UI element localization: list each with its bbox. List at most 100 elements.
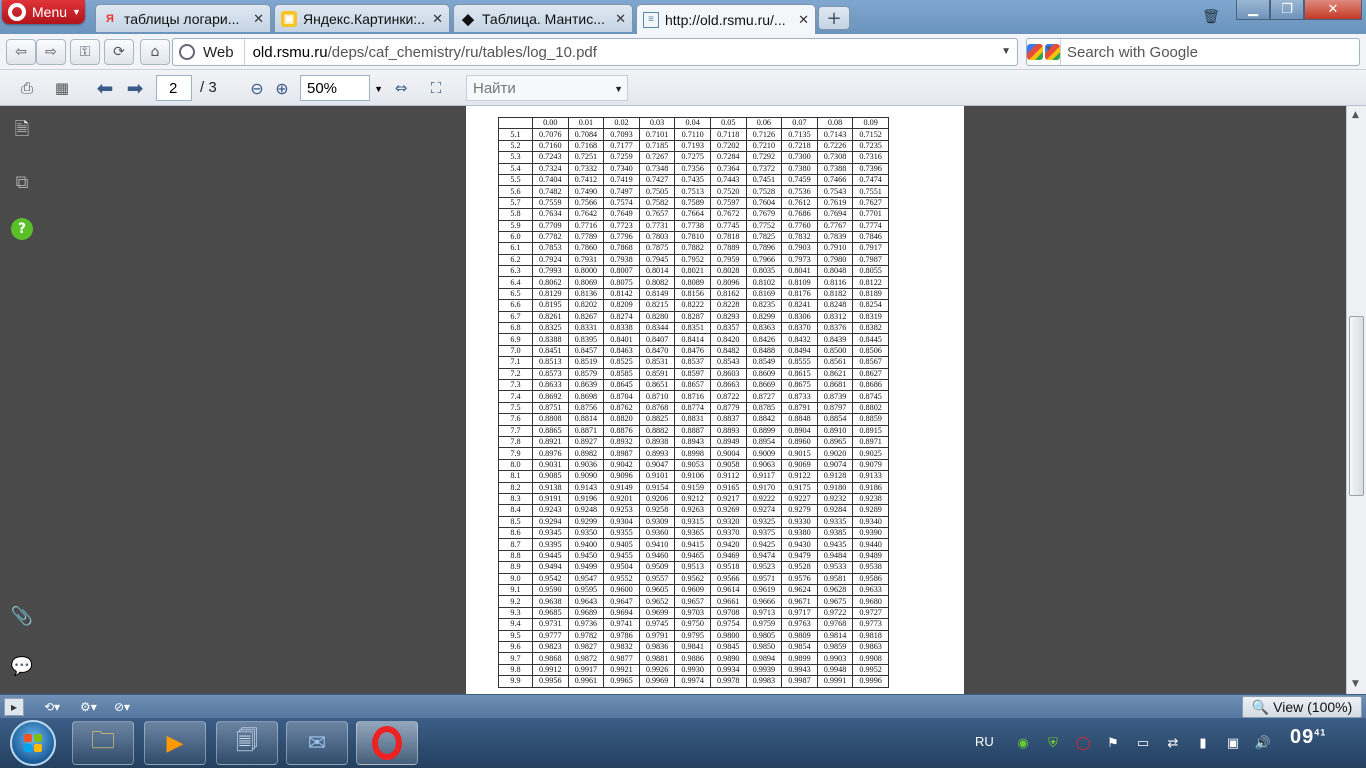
taskbar-media-player[interactable]: ▶: [144, 721, 206, 765]
mantissa-cell: 0.9791: [638, 629, 676, 642]
next-page-icon[interactable]: ➡: [124, 76, 146, 100]
sync-icon[interactable]: ⟲▾: [44, 698, 60, 716]
mantissa-cell: 0.9138: [532, 481, 569, 494]
home-button[interactable]: ⌂: [140, 39, 170, 65]
start-button[interactable]: [10, 720, 56, 766]
mantissa-cell: 0.9350: [567, 527, 605, 540]
tray-opera-icon[interactable]: ◯: [1074, 734, 1092, 752]
battery-icon[interactable]: ▮: [1194, 734, 1212, 752]
close-tab-icon[interactable]: ✕: [798, 12, 809, 28]
pages-icon[interactable]: 🗎: [10, 119, 34, 144]
trash-icon[interactable]: 🗑: [1200, 6, 1222, 28]
print-icon[interactable]: ⎙: [16, 78, 38, 98]
tab-2[interactable]: ▣ Яндекс.Картинки:... ✕: [274, 4, 450, 32]
close-tab-icon[interactable]: ✕: [432, 11, 443, 27]
tray-network-icon[interactable]: ⇄: [1164, 734, 1182, 752]
mantissa-cell: 0.7443: [709, 173, 747, 187]
url-path: /deps/caf_chemistry/ru/tables/log_10.pdf: [327, 43, 597, 61]
mantissa-cell: 0.8692: [532, 390, 569, 403]
row-number-cell: 8.0: [498, 458, 533, 472]
bookmarks-icon[interactable]: ⧉: [10, 170, 34, 194]
mantissa-cell: 0.8645: [603, 378, 640, 392]
mantissa-cell: 0.9741: [603, 618, 640, 631]
scroll-up-icon[interactable]: ▲: [1352, 110, 1359, 120]
fit-page-icon[interactable]: ⛶: [425, 78, 447, 98]
row-number-cell: 8.3: [498, 492, 533, 506]
tray-app-icon[interactable]: ◉: [1014, 734, 1032, 752]
save-icon[interactable]: ▦: [51, 78, 73, 98]
comments-icon[interactable]: 💬: [10, 654, 34, 678]
zoom-in-icon[interactable]: ⊕: [271, 78, 293, 98]
tray-shield-icon[interactable]: ⛨: [1044, 734, 1062, 752]
chevron-down-icon[interactable]: ▼: [614, 84, 623, 94]
mantissa-cell: 0.8414: [674, 333, 711, 346]
site-badge[interactable]: Web: [173, 39, 245, 65]
mantissa-cell: 0.7723: [603, 219, 640, 232]
taskbar-word[interactable]: 🗐: [216, 721, 278, 765]
mantissa-cell: 0.9299: [567, 515, 605, 529]
mantissa-cell: 0.9053: [674, 458, 711, 472]
column-header: 0.06: [745, 116, 783, 130]
mantissa-cell: 0.7396: [852, 162, 889, 175]
search-engine-selector[interactable]: ▼: [1027, 39, 1061, 65]
clock[interactable]: 0941: [1290, 726, 1326, 749]
zoom-select[interactable]: 50% ▼: [300, 75, 383, 101]
mantissa-cell: 0.9836: [638, 640, 676, 654]
back-button[interactable]: ⇦: [6, 39, 36, 65]
attachments-icon[interactable]: 📎: [10, 604, 34, 628]
mantissa-cell: 0.8603: [709, 367, 747, 381]
previous-page-icon[interactable]: ⬅: [94, 76, 116, 100]
unite-icon[interactable]: ⚙▾: [80, 698, 97, 716]
language-indicator[interactable]: RU: [975, 734, 994, 749]
new-tab-button[interactable]: +: [818, 6, 850, 30]
scroll-thumb[interactable]: [1349, 316, 1364, 496]
display-icon[interactable]: ▣: [1224, 734, 1242, 752]
vertical-scrollbar[interactable]: ▲ ▼: [1346, 106, 1366, 694]
mantissa-cell: 0.8971: [852, 435, 889, 449]
wand-button[interactable]: ⚿: [70, 39, 100, 65]
zoom-out-icon[interactable]: ⊖: [246, 78, 268, 98]
block-icon[interactable]: ⊘▾: [114, 698, 130, 716]
row-number-cell: 5.9: [498, 219, 533, 232]
mantissa-cell: 0.9694: [603, 606, 640, 620]
mantissa-cell: 0.7243: [532, 151, 569, 164]
search-field[interactable]: ▼ Search with Google: [1026, 38, 1360, 66]
taskbar-opera[interactable]: [356, 721, 418, 765]
mantissa-cell: 0.9122: [781, 470, 818, 483]
close-tab-icon[interactable]: ✕: [253, 11, 264, 27]
mantissa-cell: 0.9713: [745, 606, 783, 620]
fit-width-icon[interactable]: ⇔: [390, 78, 412, 98]
volume-icon[interactable]: 🔊: [1254, 734, 1272, 752]
mantissa-cell: 0.8716: [674, 390, 711, 403]
tab-1[interactable]: Я таблицы логари... ✕: [95, 4, 271, 32]
tray-device-icon[interactable]: ▭: [1134, 734, 1152, 752]
close-window-button[interactable]: ✕: [1304, 0, 1362, 20]
mantissa-cell: 0.8998: [674, 447, 711, 460]
mantissa-cell: 0.9643: [567, 595, 605, 608]
page-number-input[interactable]: 2: [156, 75, 192, 101]
help-icon[interactable]: ?: [11, 218, 33, 240]
opera-menu-button[interactable]: Menu ▼: [2, 0, 85, 24]
maximize-button[interactable]: ❐: [1270, 0, 1304, 20]
address-field[interactable]: Web old.rsmu.ru/deps/caf_chemistry/ru/ta…: [172, 38, 1018, 66]
forward-button[interactable]: ⇨: [36, 39, 66, 65]
find-input[interactable]: Найти ▼: [466, 75, 628, 101]
mantissa-cell: 0.9191: [532, 492, 569, 506]
mantissa-cell: 0.9805: [745, 629, 783, 642]
mantissa-cell: 0.7672: [709, 208, 747, 221]
chevron-down-icon[interactable]: ▼: [1001, 46, 1011, 57]
reload-button[interactable]: ⟳: [104, 39, 134, 65]
mantissa-cell: 0.7259: [603, 151, 640, 164]
close-tab-icon[interactable]: ✕: [615, 11, 626, 27]
tab-3[interactable]: ◆ Таблица. Мантис... ✕: [453, 4, 633, 32]
taskbar-thunderbird[interactable]: ✉: [286, 721, 348, 765]
action-center-flag-icon[interactable]: ⚑: [1104, 734, 1122, 752]
taskbar-explorer[interactable]: 🗀: [72, 721, 134, 765]
scroll-down-icon[interactable]: ▼: [1352, 679, 1359, 689]
tab-4-active[interactable]: ≡ http://old.rsmu.ru/... ✕: [636, 4, 816, 34]
zoom-view-button[interactable]: 🔍 View (100%): [1242, 696, 1362, 718]
row-number-cell: 7.1: [498, 356, 533, 369]
mantissa-cell: 0.9903: [816, 652, 854, 665]
panel-toggle-icon[interactable]: ▸: [4, 698, 24, 716]
minimize-button[interactable]: ▁: [1236, 0, 1270, 20]
